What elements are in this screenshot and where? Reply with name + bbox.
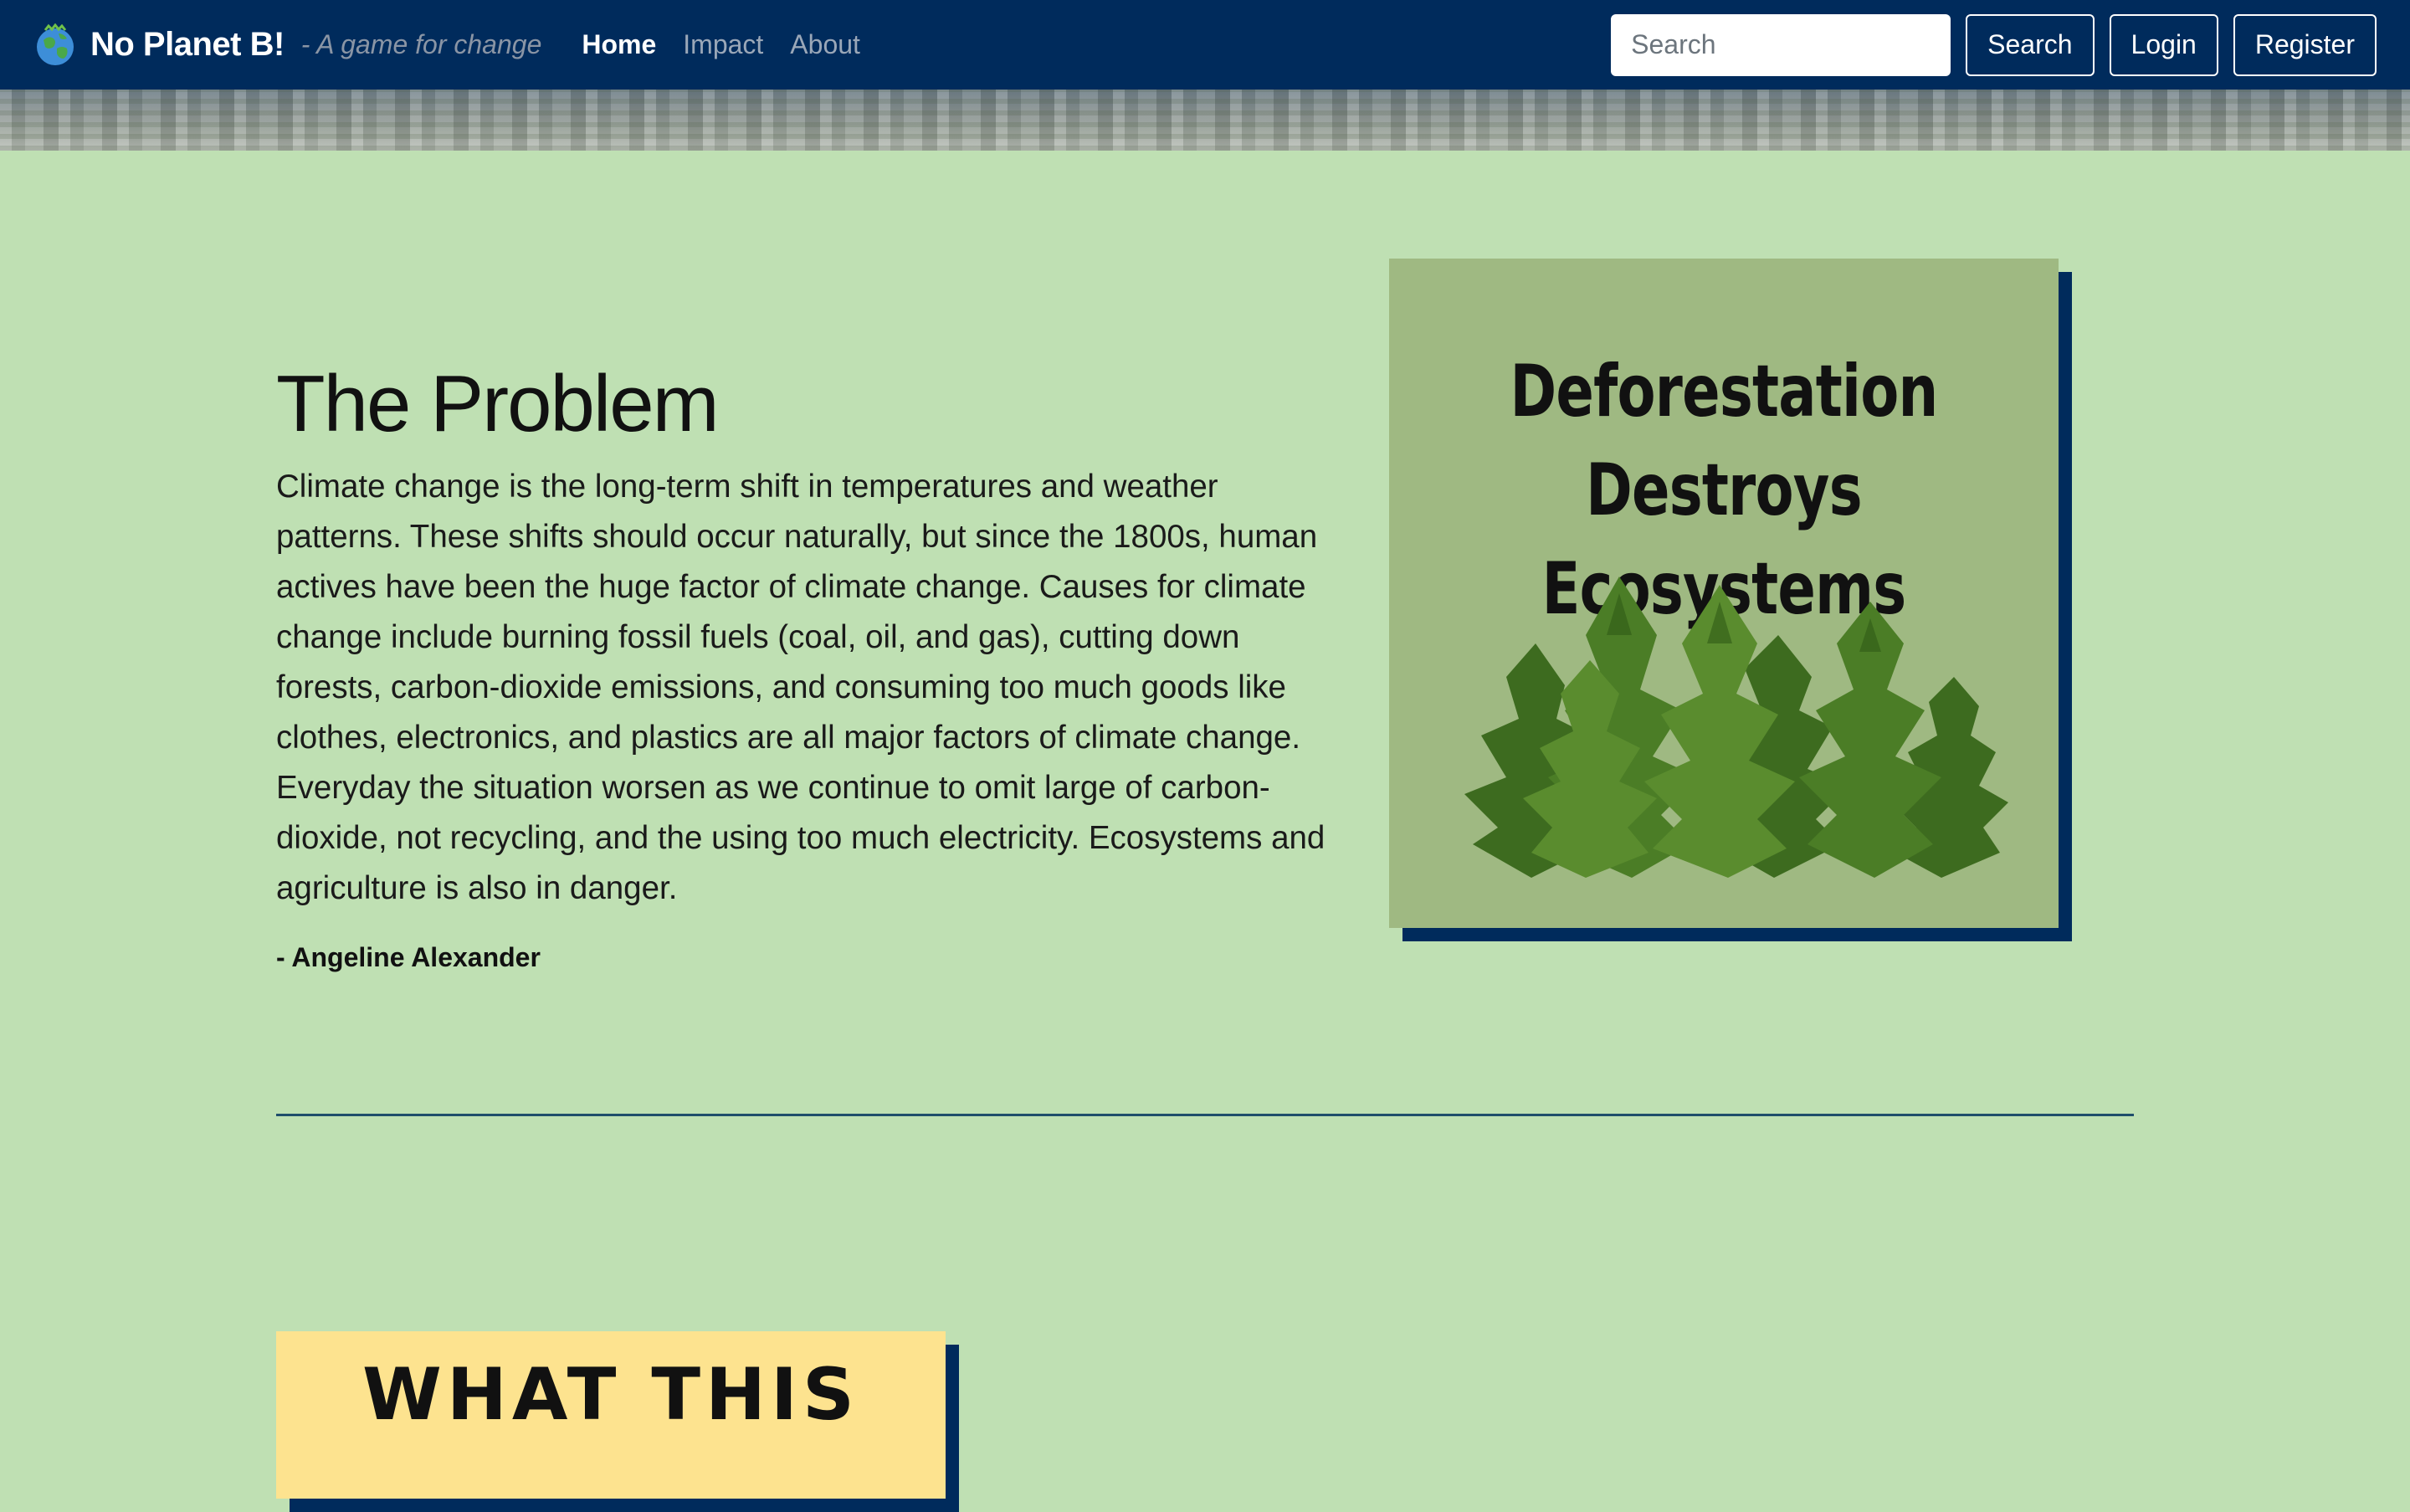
what-this-poster: WHAT THIS bbox=[276, 1331, 946, 1499]
earth-globe-icon bbox=[37, 23, 74, 65]
login-button[interactable]: Login bbox=[2109, 13, 2218, 76]
problem-author: - Angeline Alexander bbox=[276, 942, 541, 972]
brand[interactable]: No Planet B! - A game for change bbox=[33, 23, 541, 67]
top-navbar: No Planet B! - A game for change Home Im… bbox=[0, 0, 2410, 90]
pine-trees-illustration bbox=[1464, 577, 2008, 878]
brand-tagline: - A game for change bbox=[300, 29, 542, 59]
nav-link-about[interactable]: About bbox=[790, 29, 860, 60]
poster-title-line-1: Deforestation Destroys bbox=[1510, 350, 1938, 532]
brand-name: No Planet B! bbox=[90, 26, 285, 63]
search-input[interactable] bbox=[1611, 13, 1951, 76]
register-button[interactable]: Register bbox=[2233, 13, 2377, 76]
hero-cityscape-banner bbox=[0, 90, 2410, 151]
nav-links: Home Impact About bbox=[582, 29, 860, 60]
deforestation-poster: Deforestation Destroys Ecosystems bbox=[1389, 259, 2059, 928]
section-divider bbox=[276, 1114, 2134, 1116]
search-button[interactable]: Search bbox=[1966, 13, 2095, 76]
problem-heading: The Problem bbox=[276, 359, 720, 448]
nav-link-home[interactable]: Home bbox=[582, 29, 656, 60]
poster2-title: WHAT THIS bbox=[362, 1353, 859, 1437]
nav-actions: Search Login Register bbox=[1611, 13, 2377, 76]
problem-body-text: Climate change is the long-term shift in… bbox=[276, 469, 1326, 906]
nav-link-impact[interactable]: Impact bbox=[683, 29, 763, 60]
